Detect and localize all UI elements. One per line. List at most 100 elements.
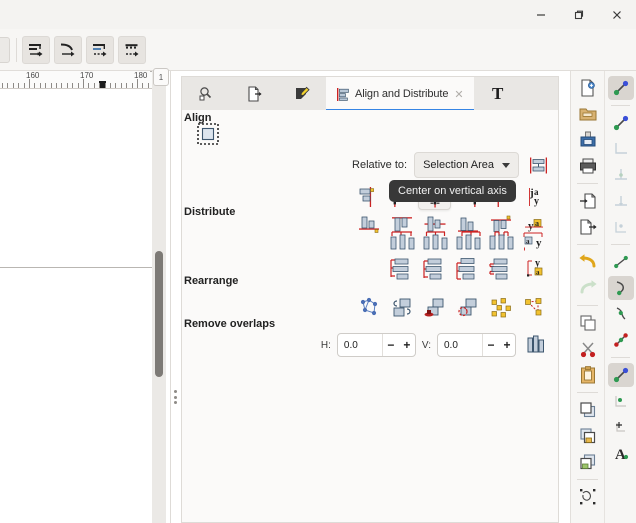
tab-object-properties[interactable] <box>182 77 230 111</box>
snap-bbox-edges-toggle[interactable] <box>605 162 636 188</box>
distribute-centers-equidistantly-vertically[interactable] <box>418 256 451 282</box>
ruler-tick <box>131 83 133 88</box>
snap-bbox-edge-midpoints-toggle[interactable] <box>605 188 636 214</box>
h-spacing-decrement[interactable]: − <box>383 338 399 352</box>
distribute-left-edges-equidistantly[interactable] <box>385 228 418 254</box>
graph-layout-button[interactable] <box>352 295 385 321</box>
snap-others-toggle[interactable] <box>605 362 636 388</box>
align-bottom-edges-to-top-anchor[interactable] <box>352 211 385 237</box>
join-nodes-button[interactable] <box>118 36 146 64</box>
svg-text:a: a <box>526 238 530 246</box>
snap-rotation-centers-toggle[interactable] <box>605 414 636 440</box>
insert-node-button[interactable] <box>22 36 50 64</box>
minimize-button[interactable] <box>522 0 560 29</box>
tab-close-icon[interactable]: ✕ <box>454 88 463 101</box>
tab-export[interactable] <box>230 77 278 111</box>
snap-nodes-paths-toggle[interactable] <box>605 249 636 275</box>
dock-resize-handle[interactable] <box>172 390 178 404</box>
cut-button[interactable] <box>571 336 604 362</box>
new-document-button[interactable] <box>571 75 604 101</box>
undo-arrow-icon <box>578 254 595 268</box>
tab-align-and-distribute[interactable]: Align and Distribute ✕ <box>326 77 474 111</box>
restore-button[interactable] <box>560 0 598 29</box>
ruler-tick <box>115 83 117 88</box>
align-right-edges-to-left-anchor[interactable] <box>352 184 385 210</box>
duplicate-button[interactable] <box>571 310 604 336</box>
break-path-button[interactable] <box>86 36 114 64</box>
ruler-tick <box>137 79 138 88</box>
randomize-centers[interactable] <box>484 295 517 321</box>
v-spacing-increment[interactable]: + <box>499 338 515 352</box>
snap-object-centers-toggle[interactable] <box>605 388 636 414</box>
import-button[interactable] <box>571 188 604 214</box>
ruler-label: 160 <box>26 71 40 80</box>
unclump-objects[interactable] <box>517 295 550 321</box>
distribute-top-edges-equidistantly[interactable] <box>385 256 418 282</box>
lower-to-bottom-button[interactable] <box>571 449 604 475</box>
close-button[interactable] <box>598 0 636 29</box>
snap-text-baselines-toggle[interactable]: A <box>605 440 636 466</box>
exchange-positions-clockwise[interactable] <box>451 295 484 321</box>
paste-button[interactable] <box>571 362 604 388</box>
ruler-tick <box>2 83 3 88</box>
enable-snapping-toggle[interactable] <box>605 75 636 101</box>
snap-separator <box>611 357 630 358</box>
distribute-right-edges-equidistantly[interactable] <box>451 228 484 254</box>
h-spacing-value[interactable]: 0.0 <box>338 340 382 351</box>
relative-to-row: Relative to: Selection Area <box>352 152 550 178</box>
remove-overlaps-button[interactable] <box>522 332 550 358</box>
delete-node-button[interactable] <box>54 36 82 64</box>
make-vertical-gaps-equal[interactable] <box>484 256 517 282</box>
ruler-tick <box>56 83 57 88</box>
distribute-bottom-edges-equidistantly[interactable] <box>451 256 484 282</box>
snap-bbox-centers-toggle[interactable] <box>605 214 636 240</box>
distribute-text-anchors-horizontally[interactable]: a y <box>517 228 550 254</box>
open-document-button[interactable] <box>571 101 604 127</box>
treat-selection-as-group-toggle[interactable] <box>526 153 550 177</box>
distribute-row-horizontal: a y <box>385 228 550 254</box>
export-button[interactable] <box>571 214 604 240</box>
exchange-positions-selection-order[interactable] <box>385 295 418 321</box>
text-anchor-vertical[interactable]: j a y <box>517 184 550 210</box>
relative-to-select[interactable]: Selection Area <box>414 152 519 178</box>
distribute-centers-equidistantly-horizontally[interactable] <box>418 228 451 254</box>
scrollbar-thumb[interactable] <box>155 251 163 377</box>
h-spacing-increment[interactable]: + <box>399 338 415 352</box>
print-document-button[interactable] <box>571 153 604 179</box>
v-spacing-spinner[interactable]: 0.0 − + <box>437 333 516 357</box>
snap-bounding-boxes-toggle[interactable] <box>605 110 636 136</box>
canvas-area[interactable] <box>0 89 152 523</box>
horizontal-ruler[interactable]: 160 170 180 190 <box>0 71 160 89</box>
ruler-tick <box>23 83 25 88</box>
import-icon <box>579 193 596 209</box>
ruler-tick <box>110 83 111 88</box>
snap-nodes-icon <box>608 250 634 274</box>
svg-text:y: y <box>536 237 542 249</box>
snap-path-intersections-toggle[interactable] <box>605 301 636 327</box>
save-document-button[interactable] <box>571 127 604 153</box>
h-spacing-spinner[interactable]: 0.0 − + <box>336 333 416 357</box>
undo-button[interactable] <box>571 249 604 275</box>
v-spacing-label: V: <box>421 339 431 351</box>
tab-xml-editor[interactable] <box>278 77 326 111</box>
lower-button[interactable] <box>571 423 604 449</box>
distribute-text-anchors-vertically[interactable]: y a <box>517 256 550 282</box>
v-spacing-value[interactable]: 0.0 <box>438 340 482 351</box>
redo-button[interactable] <box>571 275 604 301</box>
group-selection-button[interactable] <box>571 484 604 510</box>
duplicate-icon <box>579 315 596 331</box>
v-spacing-decrement[interactable]: − <box>483 338 499 352</box>
toolbar-overflow-button[interactable] <box>0 37 10 63</box>
print-icon <box>579 158 596 174</box>
relative-to-label: Relative to: <box>352 159 408 171</box>
layer-indicator[interactable]: 1 <box>153 68 169 86</box>
toolbar-separator <box>16 38 17 62</box>
snap-bbox-corners-toggle[interactable] <box>605 136 636 162</box>
tab-text-and-font[interactable]: T <box>474 77 522 111</box>
exchange-positions-stacking-order[interactable] <box>418 295 451 321</box>
make-horizontal-gaps-equal[interactable] <box>484 228 517 254</box>
canvas-vertical-scrollbar[interactable] <box>152 71 166 523</box>
snap-cusp-nodes-toggle[interactable] <box>605 327 636 353</box>
raise-to-top-button[interactable] <box>571 397 604 423</box>
snap-paths-toggle[interactable] <box>605 275 636 301</box>
